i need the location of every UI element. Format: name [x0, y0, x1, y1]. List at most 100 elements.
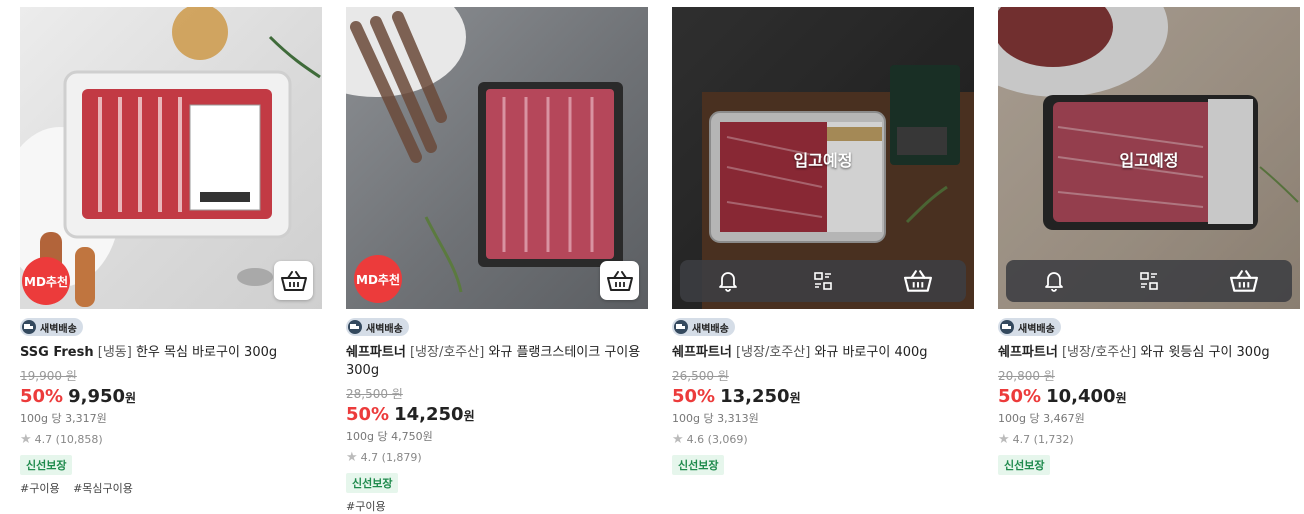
product-name: 한우 목심 바로구이 300g — [135, 345, 278, 360]
currency: 원 — [125, 391, 137, 405]
dawn-delivery-badge: 새벽배송 — [672, 318, 735, 336]
price-value: 9,950 — [68, 386, 126, 407]
sale-price: 50% 9,950원 — [20, 386, 136, 407]
bell-icon — [1044, 272, 1063, 292]
product-title[interactable]: 쉐프파트너 [냉장/호주산] 와규 플랭크스테이크 구이용 300g — [346, 344, 646, 380]
product-option: [냉장/호주산] — [735, 345, 811, 360]
product-card[interactable]: MD추천 새벽배송 SSG Fresh [냉동] 한우 목심 바로구이 300g… — [20, 7, 322, 495]
product-image[interactable]: 입고예정 — [672, 7, 974, 309]
price-value: 10,400 — [1046, 386, 1116, 407]
basket-icon — [1230, 270, 1259, 292]
compare-button[interactable] — [803, 261, 843, 301]
product-title[interactable]: SSG Fresh [냉동] 한우 목심 바로구이 300g — [20, 344, 320, 362]
rating[interactable]: ★ 4.7 (1,879) — [346, 450, 422, 465]
coming-soon-label: 입고예정 — [1119, 151, 1179, 170]
sale-price: 50% 14,250원 — [346, 404, 475, 425]
product-image[interactable]: 입고예정 — [998, 7, 1300, 309]
product-card[interactable]: 입고예정 — [672, 7, 974, 475]
delivery-label: 새벽배송 — [40, 323, 77, 335]
product-option: [냉동] — [97, 345, 132, 360]
star-icon: ★ — [20, 432, 32, 447]
tag-list: #구이용 #목심구이용 — [20, 480, 143, 496]
product-option: [냉장/호주산] — [409, 345, 485, 360]
product-title[interactable]: 쉐프파트너 [냉장/호주산] 와규 바로구이 400g — [672, 344, 972, 362]
rating-value: 4.6 (3,069) — [686, 433, 748, 446]
price-value: 14,250 — [394, 404, 464, 425]
discount-rate: 50% — [998, 386, 1042, 407]
unit-price: 100g 당 3,317원 — [20, 412, 107, 425]
add-to-cart-button[interactable] — [1224, 261, 1264, 301]
discount-rate: 50% — [20, 386, 64, 407]
fresh-guarantee-badge: 신선보장 — [672, 455, 725, 475]
original-price: 20,800 원 — [998, 369, 1055, 383]
add-to-cart-button[interactable] — [898, 261, 938, 301]
delivery-label: 새벽배송 — [1018, 323, 1055, 335]
brand-name: SSG Fresh — [20, 345, 94, 360]
rating[interactable]: ★ 4.7 (1,732) — [998, 432, 1074, 447]
unit-price: 100g 당 3,313원 — [672, 412, 759, 425]
compare-icon — [814, 272, 832, 290]
product-card[interactable]: MD추천 새벽배송 쉐프파트너 [냉장/호주산] 와규 플랭크스테이크 구이용 … — [346, 7, 648, 513]
original-price: 26,500 원 — [672, 369, 729, 383]
currency: 원 — [1115, 391, 1127, 405]
delivery-label: 새벽배송 — [366, 323, 403, 335]
notify-button[interactable] — [1034, 261, 1074, 301]
rating-value: 4.7 (1,732) — [1012, 433, 1074, 446]
compare-button[interactable] — [1129, 261, 1169, 301]
dawn-delivery-badge: 새벽배송 — [346, 318, 409, 336]
sale-price: 50% 13,250원 — [672, 386, 801, 407]
product-image[interactable]: MD추천 — [20, 7, 322, 309]
tag[interactable]: #구이용 — [346, 500, 386, 513]
brand-name: 쉐프파트너 — [346, 345, 406, 360]
discount-rate: 50% — [346, 404, 390, 425]
product-image[interactable]: MD추천 — [346, 7, 648, 309]
delivery-label: 새벽배송 — [692, 323, 729, 335]
star-icon: ★ — [672, 432, 684, 447]
tag-list: #구이용 — [346, 498, 396, 514]
sale-price: 50% 10,400원 — [998, 386, 1127, 407]
fresh-guarantee-badge: 신선보장 — [20, 455, 73, 475]
add-to-cart-button[interactable] — [600, 261, 639, 300]
original-price: 28,500 원 — [346, 387, 403, 401]
basket-icon — [280, 270, 307, 291]
dawn-delivery-badge: 새벽배송 — [998, 318, 1061, 336]
discount-rate: 50% — [672, 386, 716, 407]
truck-icon — [22, 320, 36, 334]
truck-icon — [348, 320, 362, 334]
star-icon: ★ — [998, 432, 1010, 447]
currency: 원 — [463, 409, 475, 423]
product-title[interactable]: 쉐프파트너 [냉장/호주산] 와규 윗등심 구이 300g — [998, 344, 1298, 362]
product-card[interactable]: 입고예정 — [998, 7, 1300, 475]
truck-icon — [674, 320, 688, 334]
fresh-guarantee-badge: 신선보장 — [346, 473, 399, 493]
product-name: 와규 바로구이 400g — [814, 345, 928, 360]
currency: 원 — [789, 391, 801, 405]
product-name: 와규 윗등심 구이 300g — [1140, 345, 1270, 360]
product-option: [냉장/호주산] — [1061, 345, 1137, 360]
rating-value: 4.7 (10,858) — [34, 433, 103, 446]
rating[interactable]: ★ 4.7 (10,858) — [20, 432, 103, 447]
price-value: 13,250 — [720, 386, 790, 407]
unit-price: 100g 당 4,750원 — [346, 430, 433, 443]
rating-value: 4.7 (1,879) — [360, 451, 422, 464]
brand-name: 쉐프파트너 — [672, 345, 732, 360]
product-action-bar — [680, 260, 966, 302]
basket-icon — [904, 270, 933, 292]
md-recommend-badge: MD추천 — [22, 257, 70, 305]
tag[interactable]: #구이용 — [20, 482, 60, 495]
product-action-bar — [1006, 260, 1292, 302]
notify-button[interactable] — [708, 261, 748, 301]
original-price: 19,900 원 — [20, 369, 77, 383]
coming-soon-label: 입고예정 — [793, 151, 853, 170]
rating[interactable]: ★ 4.6 (3,069) — [672, 432, 748, 447]
truck-icon — [1000, 320, 1014, 334]
brand-name: 쉐프파트너 — [998, 345, 1058, 360]
bell-icon — [718, 272, 737, 292]
fresh-guarantee-badge: 신선보장 — [998, 455, 1051, 475]
dawn-delivery-badge: 새벽배송 — [20, 318, 83, 336]
compare-icon — [1140, 272, 1158, 290]
add-to-cart-button[interactable] — [274, 261, 313, 300]
unit-price: 100g 당 3,467원 — [998, 412, 1085, 425]
tag[interactable]: #목심구이용 — [73, 482, 133, 495]
star-icon: ★ — [346, 450, 358, 465]
